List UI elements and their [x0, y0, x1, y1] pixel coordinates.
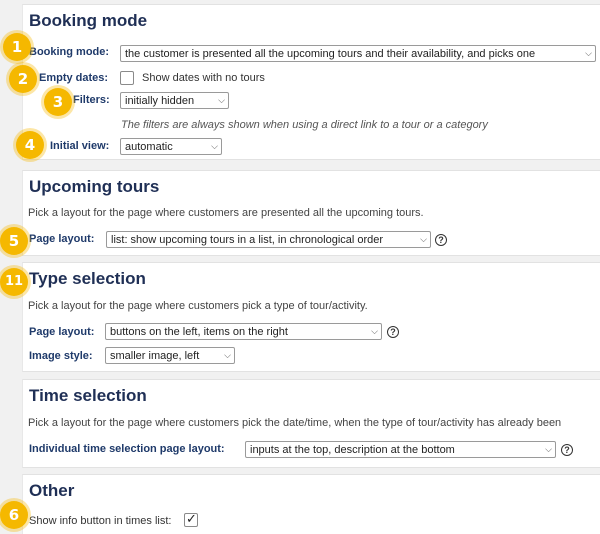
type-selection-panel: Type selection Pick a layout for the pag… [22, 262, 600, 372]
time-selection-panel: Time selection Pick a layout for the pag… [22, 379, 600, 468]
filters-note: The filters are always shown when using … [121, 119, 488, 131]
upcoming-tours-title: Upcoming tours [29, 177, 160, 196]
image-style-value: smaller image, left [110, 350, 200, 362]
booking-mode-select[interactable]: the customer is presented all the upcomi… [120, 45, 596, 62]
type-layout-value: buttons on the left, items on the right [110, 326, 288, 338]
time-selection-desc: Pick a layout for the page where custome… [28, 417, 562, 429]
time-layout-select[interactable]: inputs at the top, description at the bo… [245, 441, 556, 458]
help-icon[interactable]: ? [561, 444, 573, 456]
initial-view-value: automatic [125, 141, 173, 153]
help-icon[interactable]: ? [387, 326, 399, 338]
callout-badge-6: 6 [0, 501, 28, 529]
chevron-down-icon: ⌵ [218, 95, 225, 105]
upcoming-layout-select[interactable]: list: show upcoming tours in a list, in … [106, 231, 431, 248]
empty-dates-checkbox[interactable] [120, 71, 134, 85]
upcoming-layout-label: Page layout: [29, 233, 95, 245]
chevron-down-icon: ⌵ [585, 48, 592, 58]
booking-mode-title: Booking mode [29, 11, 148, 30]
chevron-down-icon: ⌵ [224, 350, 231, 360]
time-layout-value: inputs at the top, description at the bo… [250, 444, 455, 456]
checkmark-icon: ✓ [186, 511, 197, 526]
filters-select[interactable]: initially hidden ⌵ [120, 92, 229, 109]
callout-badge-4: 4 [16, 131, 44, 159]
booking-mode-value: the customer is presented all the upcomi… [125, 48, 536, 60]
help-icon[interactable]: ? [435, 234, 447, 246]
time-selection-title: Time selection [29, 386, 147, 405]
chevron-down-icon: ⌵ [420, 234, 427, 244]
info-button-label: Show info button in times list: [29, 515, 172, 527]
empty-dates-option-text: Show dates with no tours [142, 72, 265, 84]
booking-mode-label: Booking mode: [29, 46, 110, 58]
chevron-down-icon: ⌵ [371, 326, 378, 336]
filters-value: initially hidden [125, 95, 195, 107]
type-layout-select[interactable]: buttons on the left, items on the right … [105, 323, 382, 340]
time-layout-label: Individual time selection page layout: [29, 443, 225, 455]
callout-badge-1: 1 [3, 33, 31, 61]
callout-badge-3: 3 [44, 88, 72, 116]
initial-view-label: Initial view: [50, 140, 110, 152]
type-layout-label: Page layout: [29, 326, 95, 338]
callout-badge-11: 11 [0, 268, 28, 296]
info-button-checkbox[interactable]: ✓ [184, 511, 198, 527]
upcoming-tours-desc: Pick a layout for the page where custome… [28, 207, 424, 219]
empty-dates-label: Empty dates: [39, 72, 109, 84]
booking-mode-panel: Booking mode Booking mode: the customer … [22, 4, 600, 160]
upcoming-layout-value: list: show upcoming tours in a list, in … [111, 234, 384, 246]
type-selection-title: Type selection [29, 269, 146, 288]
callout-badge-2: 2 [9, 65, 37, 93]
callout-badge-5: 5 [0, 227, 28, 255]
chevron-down-icon: ⌵ [211, 141, 218, 151]
image-style-select[interactable]: smaller image, left ⌵ [105, 347, 235, 364]
filters-label: Filters: [73, 94, 110, 106]
initial-view-select[interactable]: automatic ⌵ [120, 138, 222, 155]
type-selection-desc: Pick a layout for the page where custome… [28, 300, 368, 312]
other-panel: Other Show info button in times list: ✓ [22, 474, 600, 534]
other-title: Other [29, 481, 75, 500]
image-style-label: Image style: [29, 350, 93, 362]
upcoming-tours-panel: Upcoming tours Pick a layout for the pag… [22, 170, 600, 256]
chevron-down-icon: ⌵ [545, 444, 552, 454]
